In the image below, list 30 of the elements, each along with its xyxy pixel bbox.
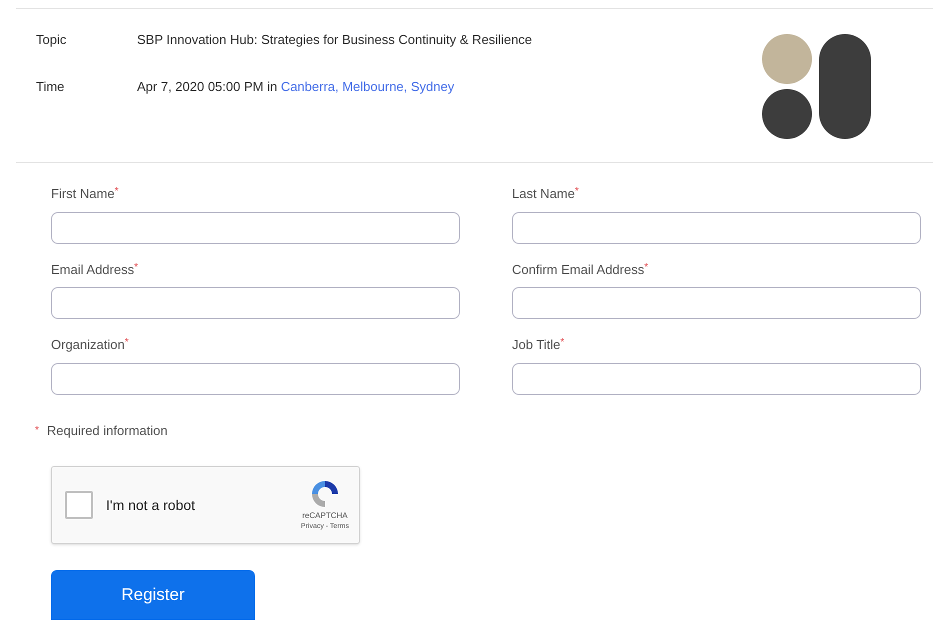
text-field[interactable] — [51, 362, 460, 394]
detail-value: Apr 7, 2020 05:00 PM in Canberra, Melbourne, Sydney — [137, 78, 454, 96]
text-field[interactable] — [51, 212, 460, 244]
field-label: Email Address — [51, 260, 134, 278]
required-asterisk: * — [574, 185, 579, 199]
detail-value: SBP Innovation Hub: Strategies for Business Continuity & Resilience — [137, 31, 532, 49]
required-asterisk: * — [114, 185, 118, 199]
required-asterisk: * — [124, 336, 129, 350]
logo-icon — [762, 34, 871, 139]
captcha-checkbox[interactable] — [65, 491, 93, 519]
captcha-label: I'm not a robot — [106, 496, 196, 514]
field-label: Job Title — [512, 336, 560, 354]
required-note: Required information — [46, 422, 168, 440]
text-field[interactable] — [512, 287, 921, 319]
required-asterisk: * — [35, 424, 39, 438]
detail-label: Time — [36, 78, 66, 96]
required-asterisk: * — [134, 260, 138, 274]
text-field[interactable] — [51, 287, 460, 319]
field-label: First Name — [51, 185, 115, 203]
field-label: Organization — [51, 336, 125, 354]
field-label: Last Name — [512, 185, 575, 203]
detail-label: Topic — [36, 31, 68, 49]
captcha-brand: reCAPTCHA — [302, 510, 348, 522]
required-asterisk: * — [560, 336, 564, 350]
text-field[interactable] — [512, 362, 921, 394]
register-button[interactable]: Register — [51, 570, 255, 620]
timezone-link[interactable]: Canberra, Melbourne, Sydney — [280, 78, 454, 94]
field-label: Confirm Email Address — [512, 260, 644, 278]
text-field[interactable] — [512, 212, 921, 244]
required-asterisk: * — [644, 260, 648, 274]
